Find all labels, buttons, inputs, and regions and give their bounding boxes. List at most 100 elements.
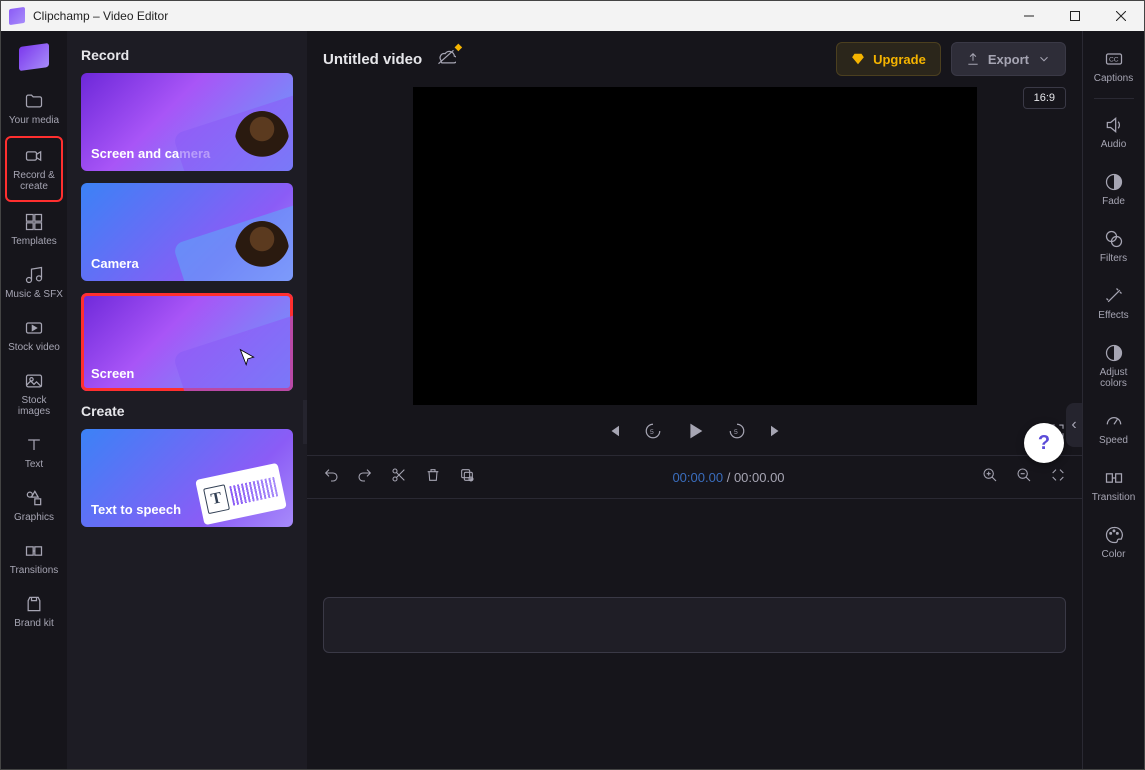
undo-button[interactable]: [323, 467, 339, 488]
window-titlebar: Clipchamp – Video Editor: [1, 1, 1144, 31]
minimize-button[interactable]: [1006, 1, 1052, 31]
svg-text:5: 5: [734, 429, 738, 436]
zoom-out-button[interactable]: [1016, 467, 1032, 488]
rail-label: Fade: [1102, 196, 1125, 207]
nav-label: Transitions: [10, 565, 59, 576]
gauge-icon: [1104, 411, 1124, 431]
play-button[interactable]: [684, 420, 706, 447]
templates-icon: [24, 212, 44, 232]
folder-icon: [24, 91, 44, 111]
forward-5-button[interactable]: 5: [728, 422, 746, 445]
rail-label: Transition: [1092, 492, 1136, 503]
editor-main: Untitled video ◆ Upgrade Export: [307, 31, 1082, 769]
export-label: Export: [988, 52, 1029, 67]
filters-icon: [1104, 229, 1124, 249]
record-create-panel: Record Screen and camera Camera Screen C…: [67, 31, 307, 769]
video-icon: [24, 318, 44, 338]
rail-captions[interactable]: CC Captions: [1086, 39, 1142, 94]
transitions-icon: [24, 541, 44, 561]
nav-transitions[interactable]: Transitions: [5, 533, 63, 584]
rail-filters[interactable]: Filters: [1086, 219, 1142, 274]
rail-label: Filters: [1100, 253, 1127, 264]
app-logo[interactable]: [16, 43, 52, 71]
card-screen[interactable]: Screen: [81, 293, 293, 391]
tts-graphic: T: [195, 463, 287, 525]
rail-color[interactable]: Color: [1086, 515, 1142, 570]
avatar-graphic: [235, 221, 289, 281]
rail-speed[interactable]: Speed: [1086, 401, 1142, 456]
cloud-sync-icon[interactable]: ◆: [436, 48, 456, 71]
rail-label: Speed: [1099, 435, 1128, 446]
rail-label: Adjust colors: [1086, 367, 1142, 389]
nav-label: Music & SFX: [5, 289, 63, 300]
nav-label: Text: [25, 459, 43, 470]
upload-icon: [966, 52, 980, 66]
nav-label: Templates: [11, 236, 57, 247]
total-time: 00:00.00: [734, 470, 785, 485]
speaker-icon: [1104, 115, 1124, 135]
contrast-icon: [1104, 343, 1124, 363]
chevron-down-icon: [1037, 52, 1051, 66]
shapes-icon: [24, 488, 44, 508]
card-graphic: [173, 312, 293, 391]
card-label: Camera: [91, 256, 139, 271]
delete-button[interactable]: [425, 467, 441, 488]
card-screen-and-camera[interactable]: Screen and camera: [81, 73, 293, 171]
timeline-track[interactable]: [323, 597, 1066, 653]
nav-text[interactable]: Text: [5, 427, 63, 478]
nav-stock-video[interactable]: Stock video: [5, 310, 63, 361]
duplicate-button[interactable]: [459, 467, 475, 488]
nav-stock-images[interactable]: Stock images: [5, 363, 63, 425]
svg-text:5: 5: [650, 429, 654, 436]
rail-label: Effects: [1098, 310, 1128, 321]
app-icon: [9, 7, 25, 25]
rewind-5-button[interactable]: 5: [644, 422, 662, 445]
nav-music-sfx[interactable]: Music & SFX: [5, 257, 63, 308]
timeline-area[interactable]: [307, 499, 1082, 769]
nav-your-media[interactable]: Your media: [5, 83, 63, 134]
zoom-fit-button[interactable]: [1050, 467, 1066, 488]
project-title[interactable]: Untitled video: [323, 51, 422, 68]
split-button[interactable]: [391, 467, 407, 488]
nav-graphics[interactable]: Graphics: [5, 480, 63, 531]
card-camera[interactable]: Camera: [81, 183, 293, 281]
panel-section-record: Record: [81, 47, 293, 63]
rail-adjust-colors[interactable]: Adjust colors: [1086, 333, 1142, 399]
close-button[interactable]: [1098, 1, 1144, 31]
nav-label: Brand kit: [14, 618, 53, 629]
nav-brand-kit[interactable]: Brand kit: [5, 586, 63, 637]
rail-effects[interactable]: Effects: [1086, 276, 1142, 331]
camcorder-icon: [24, 146, 44, 166]
redo-button[interactable]: [357, 467, 373, 488]
svg-text:CC: CC: [1109, 57, 1119, 64]
nav-templates[interactable]: Templates: [5, 204, 63, 255]
captions-icon: CC: [1104, 49, 1124, 69]
maximize-button[interactable]: [1052, 1, 1098, 31]
premium-gem-icon: ◆: [454, 42, 462, 53]
expand-right-panel-button[interactable]: ‹: [1066, 403, 1082, 447]
nav-label: Record & create: [7, 170, 61, 192]
image-icon: [24, 371, 44, 391]
help-button[interactable]: ?: [1024, 423, 1064, 463]
nav-label: Stock video: [8, 342, 60, 353]
zoom-in-button[interactable]: [982, 467, 998, 488]
aspect-ratio-button[interactable]: 16:9: [1023, 87, 1066, 109]
current-time: 00:00.00: [672, 470, 723, 485]
nav-record-create[interactable]: Record & create: [5, 136, 63, 202]
card-label: Screen: [91, 366, 134, 381]
skip-start-button[interactable]: [604, 422, 622, 445]
diamond-icon: [851, 52, 865, 66]
nav-label: Graphics: [14, 512, 54, 523]
primary-nav: Your media Record & create Templates Mus…: [1, 31, 67, 769]
rail-separator: [1094, 98, 1134, 99]
rail-transition[interactable]: Transition: [1086, 458, 1142, 513]
skip-end-button[interactable]: [768, 422, 786, 445]
rail-label: Color: [1102, 549, 1126, 560]
card-text-to-speech[interactable]: T Text to speech: [81, 429, 293, 527]
rail-audio[interactable]: Audio: [1086, 105, 1142, 160]
avatar-graphic: [235, 111, 289, 171]
video-preview[interactable]: [413, 87, 977, 405]
export-button[interactable]: Export: [951, 42, 1066, 76]
upgrade-button[interactable]: Upgrade: [836, 42, 941, 76]
rail-fade[interactable]: Fade: [1086, 162, 1142, 217]
